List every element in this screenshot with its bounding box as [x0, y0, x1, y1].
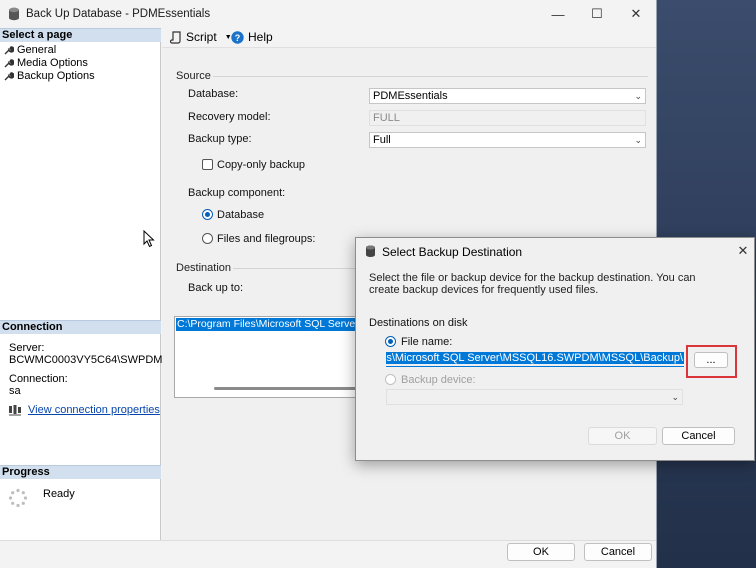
- connection-value: sa: [9, 385, 21, 397]
- list-horizontal-scrollbar[interactable]: [214, 387, 362, 390]
- destinations-on-disk-label: Destinations on disk: [369, 317, 468, 329]
- progress-status: Ready: [43, 488, 75, 500]
- source-divider: [213, 76, 648, 77]
- backup-type-label: Backup type:: [188, 133, 252, 145]
- file-name-value: C:\Program Files\Microsoft SQL Server\MS…: [386, 352, 684, 364]
- copy-only-label: Copy-only backup: [217, 159, 306, 171]
- dialog-ok-button[interactable]: OK: [588, 427, 657, 445]
- copy-only-checkbox[interactable]: [202, 159, 213, 170]
- dialog-description: Select the file or backup device for the…: [369, 272, 696, 296]
- server-value: BCWMC0003VY5C64\SWPDM: [9, 354, 163, 366]
- connection-properties-icon: [9, 405, 21, 416]
- connection-header: Connection: [0, 320, 161, 334]
- cancel-button[interactable]: Cancel: [584, 543, 652, 561]
- help-label: Help: [248, 30, 273, 44]
- script-label: Script: [186, 30, 217, 44]
- destination-list-item[interactable]: C:\Program Files\Microsoft SQL Server\MS…: [176, 318, 368, 331]
- database-value: PDMEssentials: [373, 90, 448, 102]
- page-item-label: General: [17, 43, 57, 56]
- left-pane: Select a page General Media Options Back…: [0, 28, 163, 540]
- window-title: Back Up Database - PDMEssentials: [26, 8, 211, 20]
- close-button[interactable]: ✕: [617, 0, 655, 28]
- progress-spinner-icon: [8, 488, 28, 508]
- backup-device-select[interactable]: ⌄: [386, 389, 683, 405]
- script-button[interactable]: Script ▼: [170, 28, 232, 46]
- page-item-label: Backup Options: [17, 69, 95, 82]
- server-label: Server:: [9, 342, 45, 354]
- wrench-icon: [4, 71, 14, 80]
- destination-divider: [233, 268, 356, 269]
- mouse-cursor-icon: [143, 230, 155, 248]
- progress-header: Progress: [0, 465, 161, 479]
- component-files-radio[interactable]: [202, 233, 213, 244]
- page-item-backup-options[interactable]: Backup Options: [4, 69, 95, 82]
- recovery-model-field: FULL: [369, 110, 646, 126]
- backup-type-value: Full: [373, 134, 391, 146]
- recovery-model-label: Recovery model:: [188, 111, 271, 123]
- select-backup-destination-dialog: Select Backup Destination ✕ Select the f…: [355, 237, 755, 461]
- dialog-cancel-button[interactable]: Cancel: [662, 427, 735, 445]
- destination-list[interactable]: C:\Program Files\Microsoft SQL Server\MS…: [174, 316, 369, 398]
- chevron-down-icon: ⌄: [671, 392, 679, 402]
- backup-type-select[interactable]: Full ⌄: [369, 132, 646, 148]
- database-icon: [9, 7, 19, 21]
- connection-label: Connection:: [9, 373, 68, 385]
- source-group-label: Source: [176, 70, 211, 82]
- script-icon: [170, 30, 181, 44]
- destination-group-label: Destination: [176, 262, 232, 274]
- back-up-to-label: Back up to:: [188, 282, 244, 294]
- recovery-model-value: FULL: [373, 112, 400, 124]
- svg-text:?: ?: [235, 33, 241, 43]
- help-icon: ?: [231, 30, 244, 44]
- ok-button[interactable]: OK: [507, 543, 575, 561]
- wrench-icon: [4, 58, 14, 67]
- dialog-title: Select Backup Destination: [382, 245, 523, 259]
- highlight-box: [686, 345, 737, 378]
- page-item-media-options[interactable]: Media Options: [4, 56, 88, 69]
- file-name-label: File name:: [401, 336, 453, 348]
- file-name-radio[interactable]: [385, 336, 396, 347]
- select-page-header: Select a page: [0, 28, 161, 42]
- database-label: Database:: [188, 88, 239, 100]
- backup-component-label: Backup component:: [188, 187, 286, 199]
- backup-device-radio[interactable]: [385, 374, 396, 385]
- file-name-underline: [386, 366, 684, 367]
- minimize-button[interactable]: —: [539, 0, 577, 28]
- component-database-label: Database: [217, 209, 265, 221]
- toolbar: Script ▼ ? Help: [162, 28, 656, 46]
- database-icon: [366, 245, 375, 257]
- view-connection-properties-link[interactable]: View connection properties: [28, 404, 160, 416]
- dialog-close-button[interactable]: ✕: [734, 242, 752, 260]
- maximize-button[interactable]: ☐: [578, 0, 616, 28]
- help-button[interactable]: ? Help: [231, 28, 273, 46]
- backup-device-label: Backup device:: [401, 374, 476, 386]
- chevron-down-icon: ⌄: [634, 135, 642, 145]
- component-files-label: Files and filegroups:: [217, 233, 316, 245]
- page-item-general[interactable]: General: [4, 43, 56, 56]
- component-database-radio[interactable]: [202, 209, 213, 220]
- chevron-down-icon: ⌄: [634, 91, 642, 101]
- title-bar: Back Up Database - PDMEssentials — ☐ ✕: [0, 0, 656, 28]
- database-select[interactable]: PDMEssentials ⌄: [369, 88, 646, 104]
- file-name-input[interactable]: C:\Program Files\Microsoft SQL Server\MS…: [386, 351, 684, 365]
- page-item-label: Media Options: [17, 56, 88, 69]
- wrench-icon: [4, 45, 14, 54]
